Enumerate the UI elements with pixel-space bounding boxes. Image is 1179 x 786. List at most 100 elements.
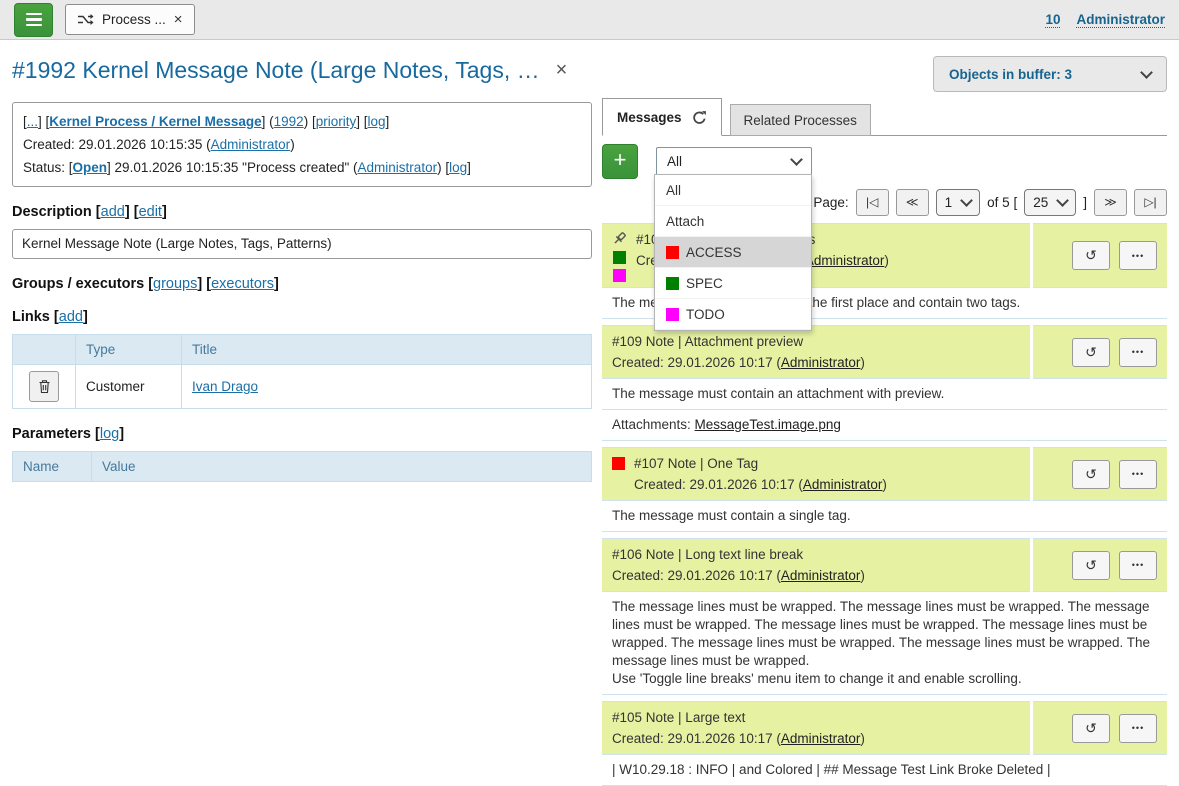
add-message-button[interactable]: + xyxy=(602,144,638,179)
parameters-heading: Parameters [log] xyxy=(12,426,592,442)
tag-spec-square xyxy=(613,251,626,264)
reply-button[interactable]: ↺ xyxy=(1072,714,1110,743)
tag-todo-square xyxy=(613,269,626,282)
filter-option-attach[interactable]: Attach xyxy=(655,206,811,237)
executors-link[interactable]: executors xyxy=(211,276,274,292)
creator-link[interactable]: Administrator xyxy=(211,137,291,152)
tab-messages[interactable]: Messages xyxy=(602,98,722,136)
first-page-button[interactable]: |◁ xyxy=(856,189,889,216)
author-link[interactable]: Administrator xyxy=(781,355,861,370)
description-edit-link[interactable]: edit xyxy=(139,204,162,220)
page-of-label: of 5 [ xyxy=(987,195,1017,210)
shuffle-icon xyxy=(77,13,94,26)
filter-option-all[interactable]: All xyxy=(655,175,811,206)
user-link[interactable]: Administrator xyxy=(1076,12,1165,28)
buffer-label: Objects in buffer: 3 xyxy=(949,67,1072,82)
tag-filter-select[interactable]: All xyxy=(656,147,812,177)
message-menu-button[interactable]: ••• xyxy=(1119,714,1157,743)
next-page-button[interactable]: ≫ xyxy=(1094,189,1127,216)
page-select[interactable]: 1 xyxy=(936,189,981,216)
notification-count-link[interactable]: 10 xyxy=(1045,12,1060,28)
created-line: Created: 29.01.2026 10:15:35 (Administra… xyxy=(23,133,581,156)
status-open-link[interactable]: Open xyxy=(73,160,108,175)
tab-close-icon[interactable]: × xyxy=(174,12,183,27)
params-col-name: Name xyxy=(13,452,92,482)
parameters-table-header: Name Value xyxy=(13,452,592,482)
delete-link-button[interactable] xyxy=(29,371,59,402)
page-title: #1992 Kernel Message Note (Large Notes, … xyxy=(12,56,540,84)
tag-access-square xyxy=(612,457,625,470)
message-body: The message lines must be wrapped. The m… xyxy=(602,592,1167,695)
message-title: #106 Note | Long text line break xyxy=(612,544,865,565)
author-link[interactable]: Administrator xyxy=(803,477,883,492)
chevron-down-icon xyxy=(1140,66,1153,79)
page-header: #1992 Kernel Message Note (Large Notes, … xyxy=(0,40,1179,94)
message-created: Created: 29.01.2026 10:17 (Administrator… xyxy=(612,352,865,373)
attachment-link[interactable]: MessageTest.image.png xyxy=(695,417,841,432)
bracket-close: ] xyxy=(1083,195,1087,210)
prev-page-button[interactable]: ≪ xyxy=(896,189,929,216)
message-menu-button[interactable]: ••• xyxy=(1119,460,1157,489)
page-close-icon[interactable]: × xyxy=(556,59,568,82)
message-109: #109 Note | Attachment preview Created: … xyxy=(602,325,1167,441)
link-title-link[interactable]: Ivan Drago xyxy=(192,379,258,394)
priority-link[interactable]: priority xyxy=(316,114,357,129)
pin-icon xyxy=(612,231,627,246)
filter-option-todo[interactable]: TODO xyxy=(655,299,811,330)
message-title: #109 Note | Attachment preview xyxy=(612,331,865,352)
status-log-link[interactable]: log xyxy=(449,160,467,175)
trash-icon xyxy=(38,379,51,394)
message-title: #105 Note | Large text xyxy=(612,707,865,728)
reply-button[interactable]: ↺ xyxy=(1072,551,1110,580)
log-link[interactable]: log xyxy=(367,114,385,129)
status-author-link[interactable]: Administrator xyxy=(358,160,438,175)
parameters-table: Name Value xyxy=(12,451,592,482)
reply-button[interactable]: ↺ xyxy=(1072,460,1110,489)
message-105: #105 Note | Large text Created: 29.01.20… xyxy=(602,701,1167,786)
process-type-link[interactable]: Kernel Process / Kernel Message xyxy=(49,114,261,129)
link-row: Customer Ivan Drago xyxy=(13,365,592,409)
ellipsis-link[interactable]: ... xyxy=(27,114,38,129)
hamburger-icon xyxy=(26,13,42,16)
message-menu-button[interactable]: ••• xyxy=(1119,551,1157,580)
message-107: #107 Note | One Tag Created: 29.01.2026 … xyxy=(602,447,1167,532)
page-size-select[interactable]: 25 xyxy=(1024,189,1076,216)
process-tab-label: Process ... xyxy=(102,12,166,27)
last-page-button[interactable]: ▷| xyxy=(1134,189,1167,216)
tag-color-swatch xyxy=(666,308,679,321)
author-link[interactable]: Administrator xyxy=(805,253,885,268)
tag-color-swatch xyxy=(666,277,679,290)
message-attachments: Attachments: MessageTest.image.png xyxy=(602,410,1167,441)
author-link[interactable]: Administrator xyxy=(781,568,861,583)
message-created: Created: 29.01.2026 10:17 (Administrator… xyxy=(612,728,865,749)
process-id-link[interactable]: 1992 xyxy=(274,114,304,129)
process-tab[interactable]: Process ... × xyxy=(65,4,195,35)
parameters-log-link[interactable]: log xyxy=(100,426,119,442)
process-info-box: [...] [Kernel Process / Kernel Message] … xyxy=(12,102,592,187)
chevron-down-icon xyxy=(790,153,803,166)
message-body: | W10.29.18 : INFO | and Colored | ## Me… xyxy=(602,755,1167,786)
links-add-link[interactable]: add xyxy=(59,309,83,325)
message-body: The message must contain a single tag. xyxy=(602,501,1167,532)
groups-heading: Groups / executors [groups] [executors] xyxy=(12,276,592,292)
right-tabs: Messages Related Processes xyxy=(602,98,1167,136)
author-link[interactable]: Administrator xyxy=(781,731,861,746)
reply-button[interactable]: ↺ xyxy=(1072,241,1110,270)
filter-option-access[interactable]: ACCESS xyxy=(655,237,811,268)
message-menu-button[interactable]: ••• xyxy=(1119,338,1157,367)
description-add-link[interactable]: add xyxy=(101,204,125,220)
link-type-cell: Customer xyxy=(76,365,182,409)
messages-panel: Messages Related Processes + All All xyxy=(602,98,1167,786)
objects-in-buffer-button[interactable]: Objects in buffer: 3 xyxy=(933,56,1167,92)
links-heading: Links [add] xyxy=(12,309,592,325)
message-menu-button[interactable]: ••• xyxy=(1119,241,1157,270)
filter-option-spec[interactable]: SPEC xyxy=(655,268,811,299)
reply-button[interactable]: ↺ xyxy=(1072,338,1110,367)
groups-link[interactable]: groups xyxy=(153,276,197,292)
topbar: Process ... × 10 Administrator xyxy=(0,0,1179,40)
menu-button[interactable] xyxy=(14,3,53,37)
refresh-icon[interactable] xyxy=(692,110,707,125)
links-col-type: Type xyxy=(76,335,182,365)
message-106: #106 Note | Long text line break Created… xyxy=(602,538,1167,695)
tab-related-processes[interactable]: Related Processes xyxy=(730,104,871,136)
